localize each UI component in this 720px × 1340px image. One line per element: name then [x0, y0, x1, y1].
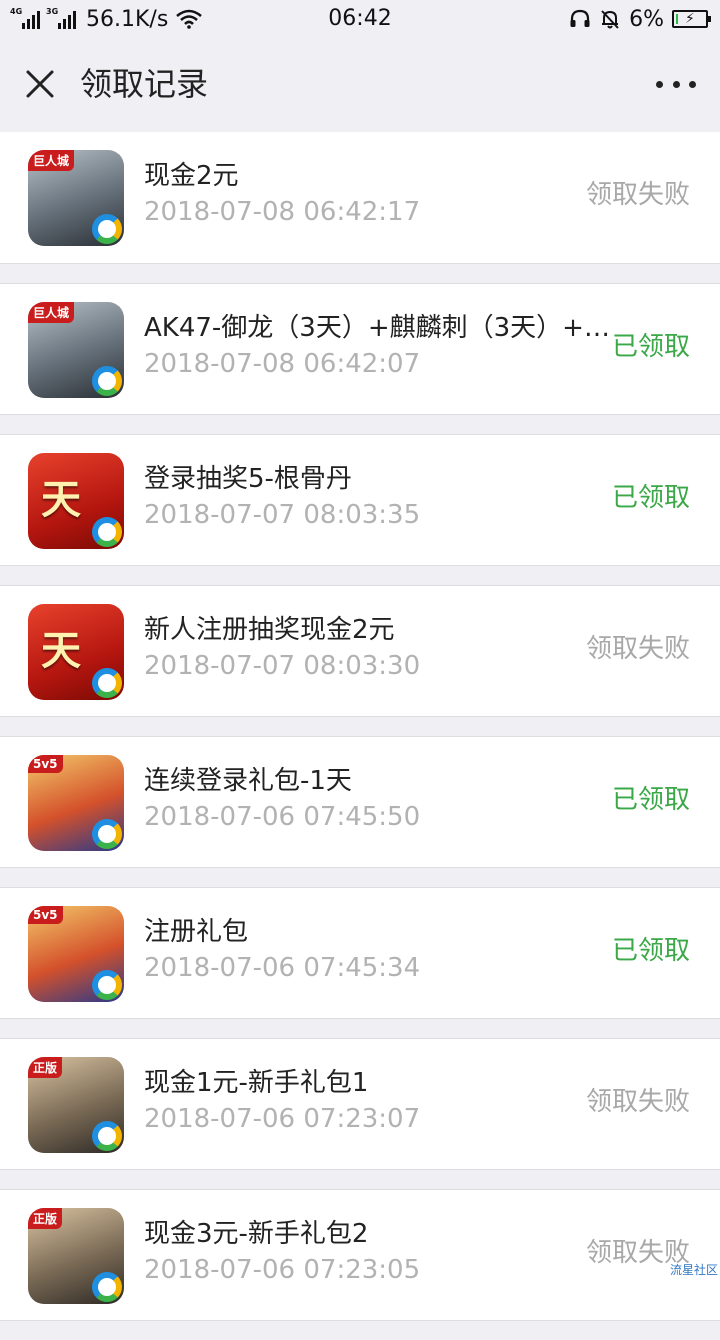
tencent-logo-icon: [92, 970, 122, 1000]
status-right: 6% ⚡: [569, 4, 708, 34]
game-icon-badge: 正版: [28, 1057, 62, 1078]
game-icon: 巨人城: [28, 150, 124, 246]
game-icon: 5v5: [28, 906, 124, 1002]
tencent-logo-icon: [92, 1272, 122, 1302]
record-title: 现金1元-新手礼包1: [144, 1067, 614, 1099]
more-menu-icon[interactable]: [656, 64, 696, 104]
record-title: AK47-御龙（3天）+麒麟刺（3天）+夏…: [144, 312, 614, 344]
record-status: 领取失败: [586, 633, 690, 665]
record-title: 现金3元-新手礼包2: [144, 1218, 614, 1250]
battery-icon: ⚡: [672, 10, 708, 28]
watermark: 流星社区: [670, 1261, 718, 1278]
record-item[interactable]: 天 登录抽奖5-根骨丹 2018-07-07 08:03:35 已领取: [0, 434, 720, 566]
status-bar: 4G 3G 56.1K/s 06:42 6% ⚡: [0, 0, 720, 38]
record-title: 注册礼包: [144, 916, 614, 948]
record-title: 连续登录礼包-1天: [144, 765, 614, 797]
record-status: 领取失败: [586, 1086, 690, 1118]
record-time: 2018-07-06 07:45:34: [144, 952, 420, 984]
record-time: 2018-07-06 07:45:50: [144, 801, 420, 833]
tencent-logo-icon: [92, 668, 122, 698]
tencent-logo-icon: [92, 214, 122, 244]
record-title: 新人注册抽奖现金2元: [144, 614, 614, 646]
game-icon-badge: 巨人城: [28, 302, 74, 323]
game-icon: 5v5: [28, 755, 124, 851]
record-title: 现金2元: [144, 160, 614, 192]
record-item[interactable]: 5v5 注册礼包 2018-07-06 07:45:34 已领取: [0, 887, 720, 1019]
record-time: 2018-07-08 06:42:07: [144, 348, 420, 380]
game-icon-badge: 5v5: [28, 906, 63, 924]
record-status: 已领取: [612, 784, 690, 816]
record-item[interactable]: 天 新人注册抽奖现金2元 2018-07-07 08:03:30 领取失败: [0, 585, 720, 717]
record-time: 2018-07-07 08:03:35: [144, 499, 420, 531]
game-icon: 天: [28, 453, 124, 549]
game-icon-badge: 正版: [28, 1208, 62, 1229]
record-item[interactable]: 巨人城 AK47-御龙（3天）+麒麟刺（3天）+夏… 2018-07-08 06:4…: [0, 283, 720, 415]
nav-bar: 领取记录: [0, 38, 720, 133]
record-item[interactable]: 5v5 连续登录礼包-1天 2018-07-06 07:45:50 已领取: [0, 736, 720, 868]
charging-bolt-icon: ⚡: [685, 11, 695, 27]
page-title: 领取记录: [80, 64, 208, 104]
tencent-logo-icon: [92, 366, 122, 396]
record-status: 领取失败: [586, 179, 690, 211]
record-list: 巨人城现金2元2018-07-08 06:42:17领取失败巨人城AK47-御龙…: [0, 132, 720, 1340]
record-item[interactable]: 正版 现金1元-新手礼包1 2018-07-06 07:23:07 领取失败: [0, 1038, 720, 1170]
record-time: 2018-07-06 07:23:07: [144, 1103, 420, 1135]
tencent-logo-icon: [92, 819, 122, 849]
mute-bell-icon: [599, 8, 621, 30]
record-item[interactable]: 巨人城 现金2元 2018-07-08 06:42:17 领取失败: [0, 132, 720, 264]
record-time: 2018-07-07 08:03:30: [144, 650, 420, 682]
record-status: 已领取: [612, 935, 690, 967]
game-icon: 正版: [28, 1208, 124, 1304]
headphones-icon: [569, 9, 591, 29]
record-time: 2018-07-08 06:42:17: [144, 196, 420, 228]
close-icon[interactable]: [22, 66, 58, 102]
record-status: 已领取: [612, 482, 690, 514]
battery-fill: [676, 14, 678, 24]
record-time: 2018-07-06 07:23:05: [144, 1254, 420, 1286]
battery-percent: 6%: [629, 7, 664, 32]
record-status: 已领取: [612, 331, 690, 363]
game-icon: 巨人城: [28, 302, 124, 398]
game-icon: 天: [28, 604, 124, 700]
record-title: 登录抽奖5-根骨丹: [144, 463, 614, 495]
tencent-logo-icon: [92, 1121, 122, 1151]
game-icon-glyph: 天: [28, 618, 94, 676]
game-icon-badge: 巨人城: [28, 150, 74, 171]
tencent-logo-icon: [92, 517, 122, 547]
record-item[interactable]: 正版现金3元-新手礼包22018-07-06 07:23:05领取失败: [0, 1189, 720, 1321]
game-icon-badge: 5v5: [28, 755, 63, 773]
game-icon: 正版: [28, 1057, 124, 1153]
game-icon-glyph: 天: [28, 467, 94, 525]
